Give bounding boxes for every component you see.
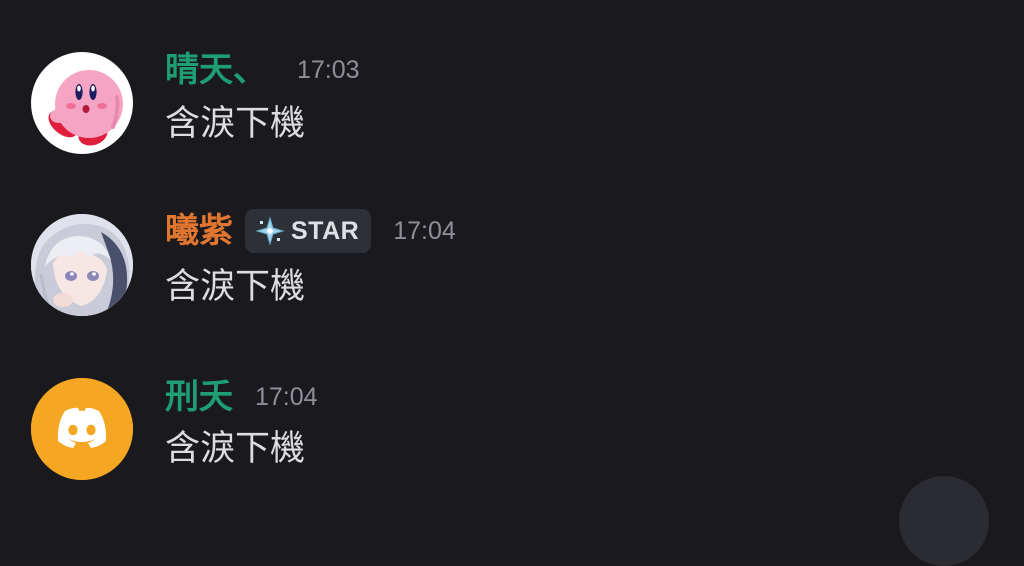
timestamp: 17:04: [393, 217, 456, 245]
anime-girl-image: [31, 214, 133, 316]
message-content: 含淚下機: [165, 429, 306, 469]
kirby-avatar[interactable]: [31, 52, 133, 154]
star-sparkle-icon: [255, 216, 285, 246]
username[interactable]: 晴天、: [165, 50, 267, 90]
chat-message: 刑夭 17:04 含淚下機: [0, 368, 1024, 508]
username[interactable]: 刑夭: [165, 377, 233, 417]
badge-label: STAR: [291, 216, 360, 245]
chat-message: 晴天、 17:03 含淚下機: [0, 40, 1024, 180]
kirby-image: [31, 52, 133, 154]
message-header: 曦紫 STAR 17:04: [165, 209, 456, 253]
message-content: 含淚下機: [165, 104, 306, 144]
timestamp: 17:04: [255, 383, 318, 411]
chat-message: 曦紫 STAR 17:04 含淚下機: [0, 203, 1024, 343]
timestamp: 17:03: [297, 56, 360, 84]
role-badge[interactable]: STAR: [245, 209, 372, 253]
anime-girl-avatar[interactable]: [31, 214, 133, 316]
scroll-to-bottom-button[interactable]: [899, 476, 989, 566]
username[interactable]: 曦紫: [165, 211, 233, 251]
message-content: 含淚下機: [165, 267, 306, 307]
discord-default-avatar[interactable]: [31, 378, 133, 480]
message-header: 晴天、 17:03: [165, 50, 360, 90]
message-header: 刑夭 17:04: [165, 377, 318, 417]
discord-logo-icon: [31, 378, 133, 480]
